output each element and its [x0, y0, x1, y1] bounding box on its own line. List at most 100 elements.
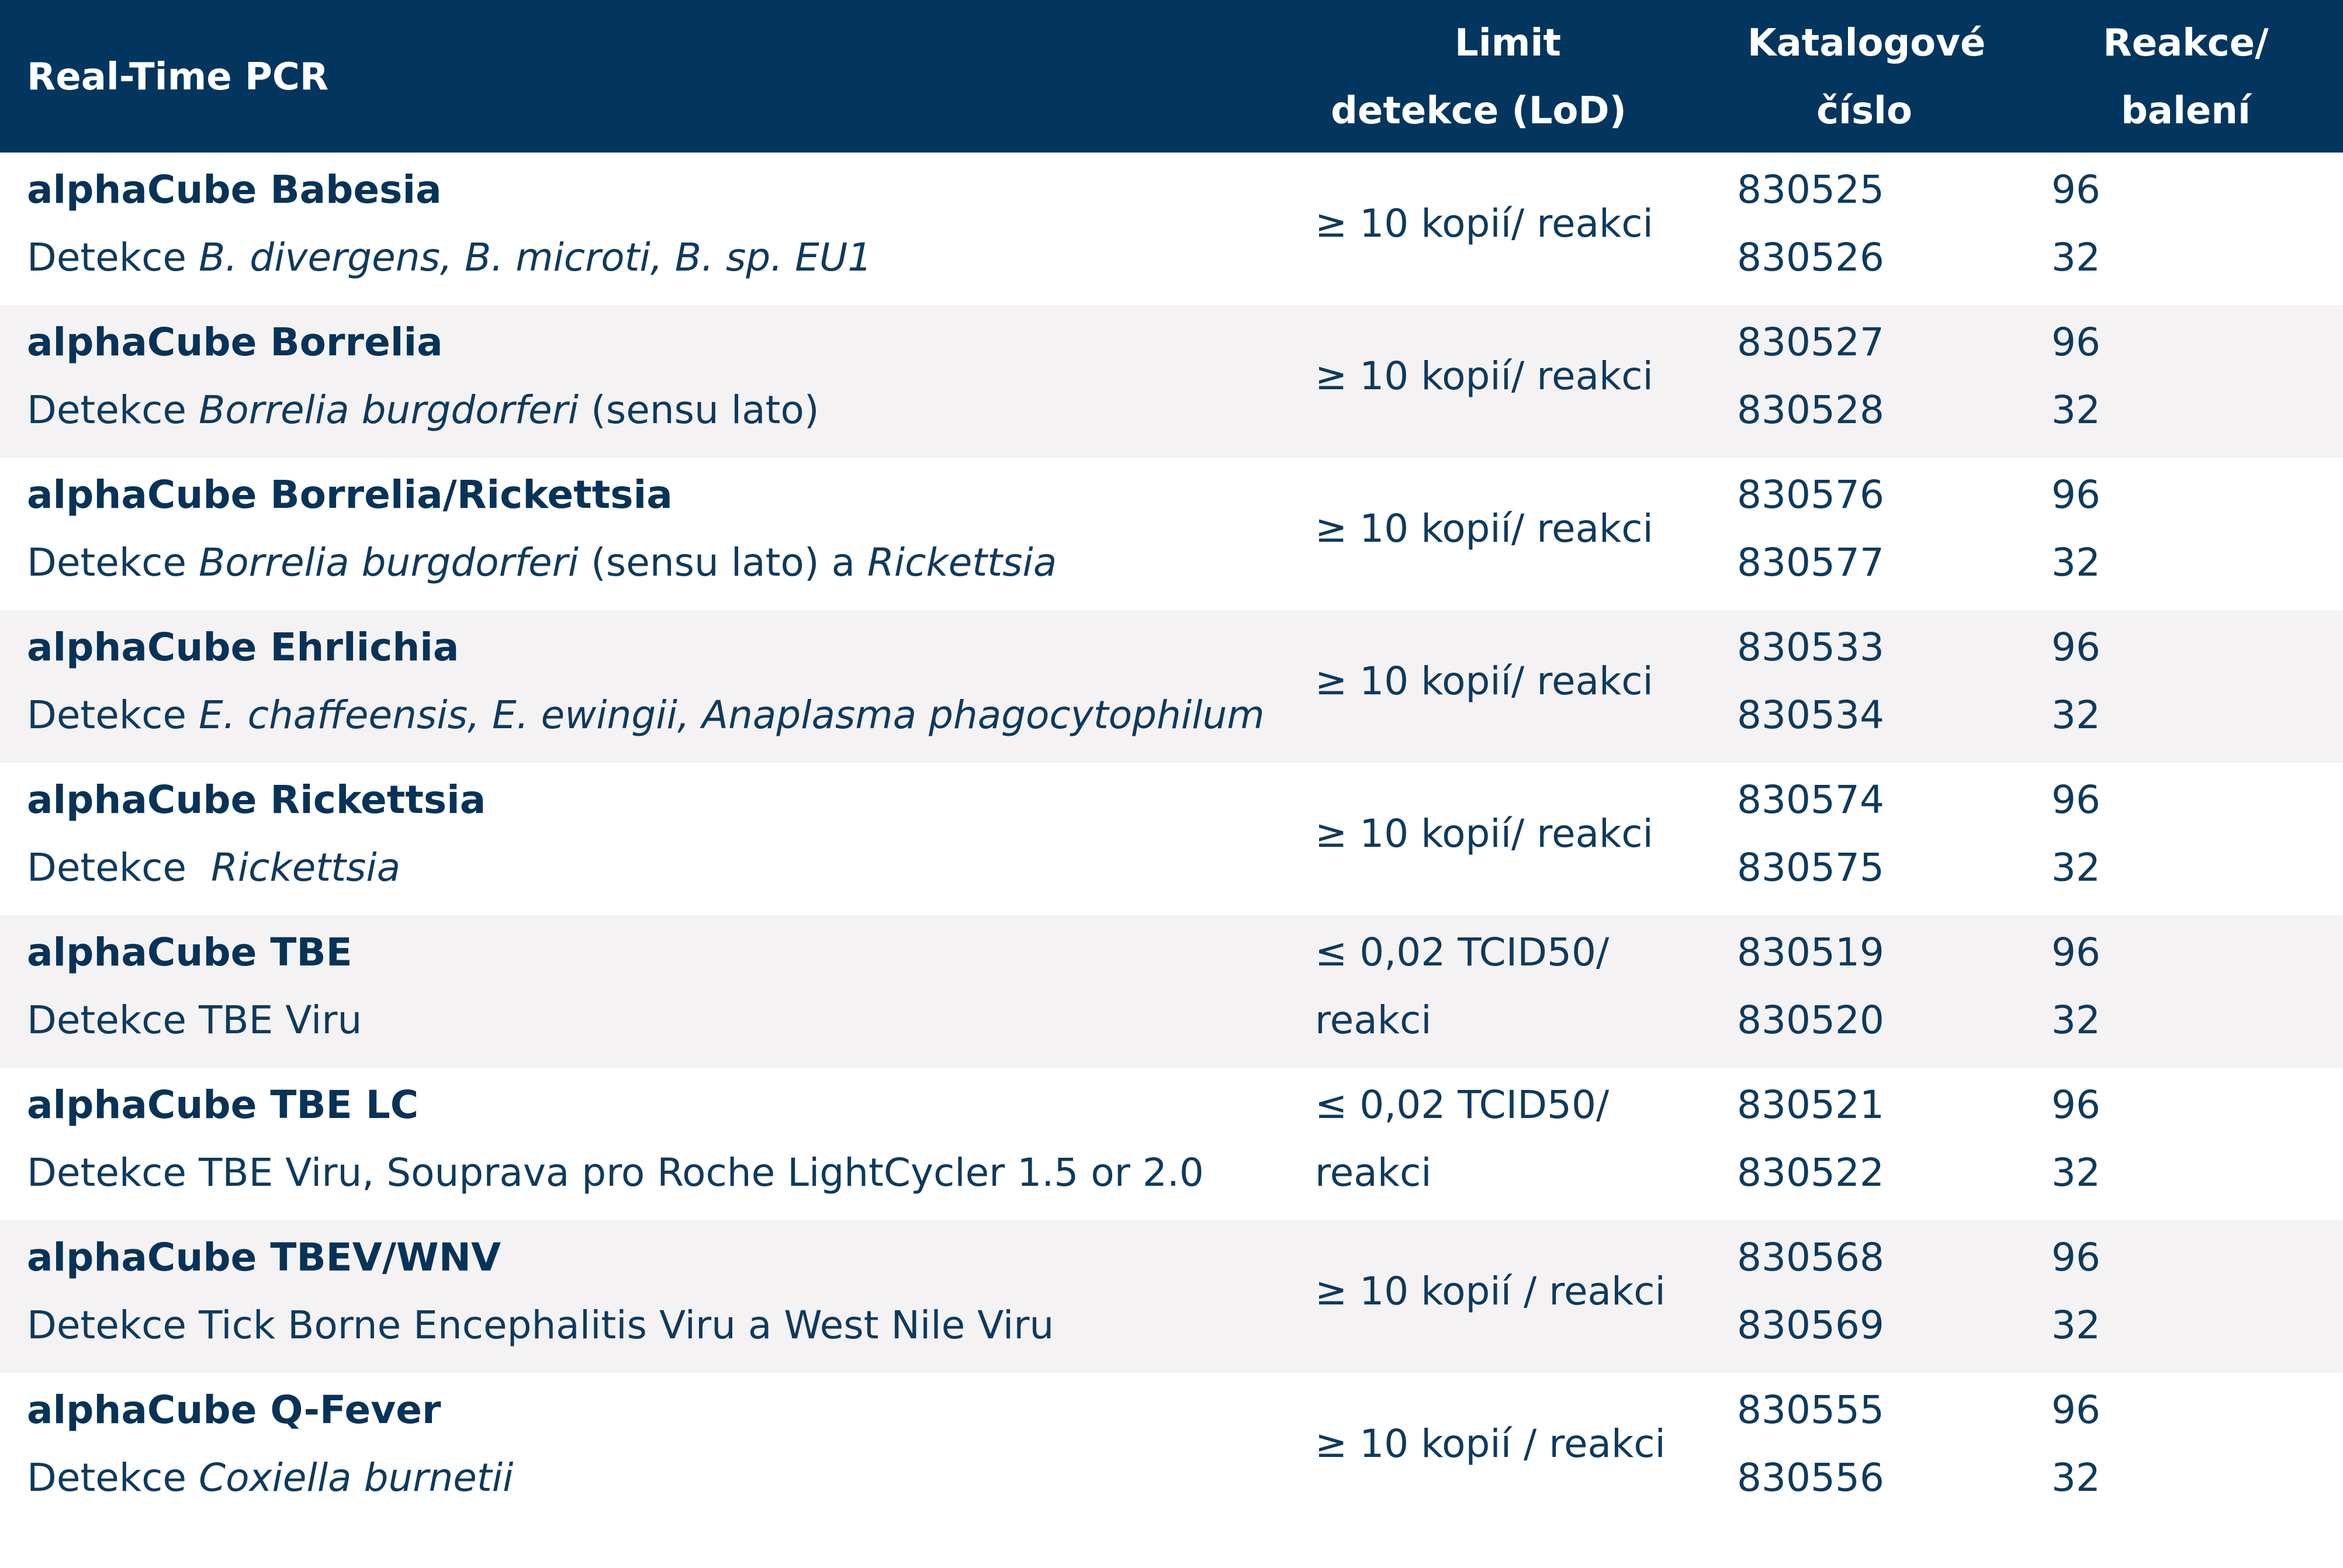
lod-value-line1: ≤ 0,02 TCID50/ — [1315, 1082, 1610, 1127]
pack-size: 32 — [2051, 387, 2100, 432]
product-description: Detekce Coxiella burnetii — [27, 1444, 513, 1512]
catalog-number: 830575 — [1737, 845, 1884, 890]
desc-species: Coxiella burnetii — [199, 1455, 514, 1500]
table-header: Real-Time PCR Limit detekce (LoD) Katalo… — [0, 0, 2343, 153]
product-description: Detekce TBE Viru — [27, 987, 362, 1054]
catalog-number: 830519 — [1737, 930, 1884, 975]
desc-species: B. divergens, B. microti, B. sp. EU1 — [199, 235, 873, 280]
header-catalog: Katalogové číslo — [1747, 9, 1986, 145]
header-lod: Limit detekce (LoD) — [1331, 9, 1654, 145]
desc-text: Detekce Tick Borne Encephalitis Viru a W… — [27, 1303, 1054, 1348]
table-row: alphaCube Borrelia Detekce Borrelia burg… — [0, 305, 2343, 458]
pack-size: 32 — [2051, 845, 2100, 890]
desc-text-suffix: (sensu lato) — [579, 387, 819, 432]
product-name: alphaCube TBE — [27, 930, 352, 975]
desc-text: Detekce TBE Viru, Souprava pro Roche Lig… — [27, 1150, 1204, 1195]
product-name: alphaCube TBE LC — [27, 1082, 419, 1127]
lod-value-line2: reakci — [1315, 1150, 1432, 1195]
catalog-number: 830569 — [1737, 1303, 1884, 1348]
pack-size: 96 — [2051, 1387, 2100, 1432]
table-row: alphaCube TBE LC Detekce TBE Viru, Soupr… — [0, 1068, 2343, 1220]
catalog-number: 830574 — [1737, 777, 1884, 822]
table-row: alphaCube Borrelia/Rickettsia Detekce Bo… — [0, 458, 2343, 610]
catalog-number: 830520 — [1737, 998, 1884, 1043]
catalog-number: 830534 — [1737, 693, 1884, 738]
lod-value-line2: reakci — [1315, 998, 1432, 1043]
catalog-number: 830577 — [1737, 540, 1884, 585]
desc-species: E. chaffeensis, E. ewingii, Anaplasma ph… — [199, 693, 1265, 738]
pack-size: 96 — [2051, 930, 2100, 975]
product-name: alphaCube Rickettsia — [27, 777, 486, 822]
desc-species-2: Rickettsia — [867, 540, 1057, 585]
product-table: Real-Time PCR Limit detekce (LoD) Katalo… — [0, 0, 2343, 1525]
header-lod-line2: detekce (LoD) — [1331, 89, 1626, 133]
desc-text-suffix: (sensu lato) a — [579, 540, 868, 585]
pack-size: 96 — [2051, 1082, 2100, 1127]
product-description: Detekce TBE Viru, Souprava pro Roche Lig… — [27, 1139, 1204, 1207]
table-row: alphaCube TBE Detekce TBE Viru ≤ 0,02 TC… — [0, 915, 2343, 1068]
product-description: Detekce Rickettsia — [27, 834, 400, 902]
pack-size: 96 — [2051, 777, 2100, 822]
desc-text: Detekce TBE Viru — [27, 998, 362, 1043]
catalog-number: 830555 — [1737, 1387, 1884, 1432]
pack-size: 32 — [2051, 693, 2100, 738]
pack-size: 32 — [2051, 1455, 2100, 1500]
header-catalog-line1: Katalogové — [1747, 22, 1986, 65]
product-name: alphaCube Borrelia — [27, 320, 443, 365]
catalog-number: 830556 — [1737, 1455, 1884, 1500]
pack-size: 32 — [2051, 540, 2100, 585]
desc-species: Borrelia burgdorferi — [199, 540, 579, 585]
product-name: alphaCube Borrelia/Rickettsia — [27, 472, 673, 517]
catalog-number: 830527 — [1737, 320, 1884, 365]
desc-species: Borrelia burgdorferi — [199, 387, 579, 432]
catalog-number: 830526 — [1737, 235, 1884, 280]
catalog-number: 830533 — [1737, 625, 1884, 670]
header-catalog-line2: číslo — [1816, 89, 1912, 133]
lod-value: ≥ 10 kopií/ reakci — [1315, 354, 1653, 399]
table-row: alphaCube Babesia Detekce B. divergens, … — [0, 153, 2343, 305]
table-row: alphaCube Rickettsia Detekce Rickettsia … — [0, 763, 2343, 915]
lod-value: ≥ 10 kopií/ reakci — [1315, 506, 1653, 551]
pack-size: 96 — [2051, 625, 2100, 670]
product-description: Detekce E. chaffeensis, E. ewingii, Anap… — [27, 681, 1265, 749]
pack-size: 96 — [2051, 167, 2100, 212]
pack-size: 96 — [2051, 472, 2100, 517]
desc-text: Detekce — [27, 540, 199, 585]
header-pack: Reakce/ balení — [2098, 9, 2273, 145]
pack-size: 32 — [2051, 998, 2100, 1043]
pack-size: 96 — [2051, 1235, 2100, 1280]
lod-value: ≥ 10 kopií/ reakci — [1315, 659, 1653, 704]
lod-value: ≥ 10 kopií/ reakci — [1315, 201, 1653, 246]
desc-species: Rickettsia — [210, 845, 401, 890]
product-description: Detekce Borrelia burgdorferi (sensu lato… — [27, 376, 819, 444]
catalog-number: 830521 — [1737, 1082, 1884, 1127]
desc-text: Detekce — [27, 1455, 199, 1500]
pack-size: 32 — [2051, 1150, 2100, 1195]
table-row: alphaCube Ehrlichia Detekce E. chaffeens… — [0, 610, 2343, 763]
catalog-number: 830522 — [1737, 1150, 1884, 1195]
desc-text: Detekce — [27, 387, 199, 432]
table-row: alphaCube TBEV/WNV Detekce Tick Borne En… — [0, 1220, 2343, 1373]
product-description: Detekce B. divergens, B. microti, B. sp.… — [27, 224, 872, 292]
desc-text: Detekce — [27, 693, 199, 738]
header-pack-line1: Reakce/ — [2103, 22, 2269, 65]
pack-size: 96 — [2051, 320, 2100, 365]
header-pack-line2: balení — [2121, 89, 2251, 133]
lod-value: ≥ 10 kopií / reakci — [1315, 1421, 1666, 1466]
table-row: alphaCube Q-Fever Detekce Coxiella burne… — [0, 1373, 2343, 1525]
lod-value: ≥ 10 kopií/ reakci — [1315, 811, 1653, 856]
desc-text: Detekce — [27, 845, 211, 890]
header-product: Real-Time PCR — [27, 56, 329, 99]
product-name: alphaCube Ehrlichia — [27, 625, 459, 670]
product-description: Detekce Borrelia burgdorferi (sensu lato… — [27, 529, 1057, 597]
pack-size: 32 — [2051, 1303, 2100, 1348]
header-lod-line1: Limit — [1455, 22, 1561, 65]
catalog-number: 830528 — [1737, 387, 1884, 432]
desc-text: Detekce — [27, 235, 199, 280]
catalog-number: 830568 — [1737, 1235, 1884, 1280]
pack-size: 32 — [2051, 235, 2100, 280]
lod-value: ≥ 10 kopií / reakci — [1315, 1269, 1666, 1314]
product-name: alphaCube TBEV/WNV — [27, 1235, 501, 1280]
catalog-number: 830525 — [1737, 167, 1884, 212]
product-name: alphaCube Q-Fever — [27, 1387, 441, 1432]
